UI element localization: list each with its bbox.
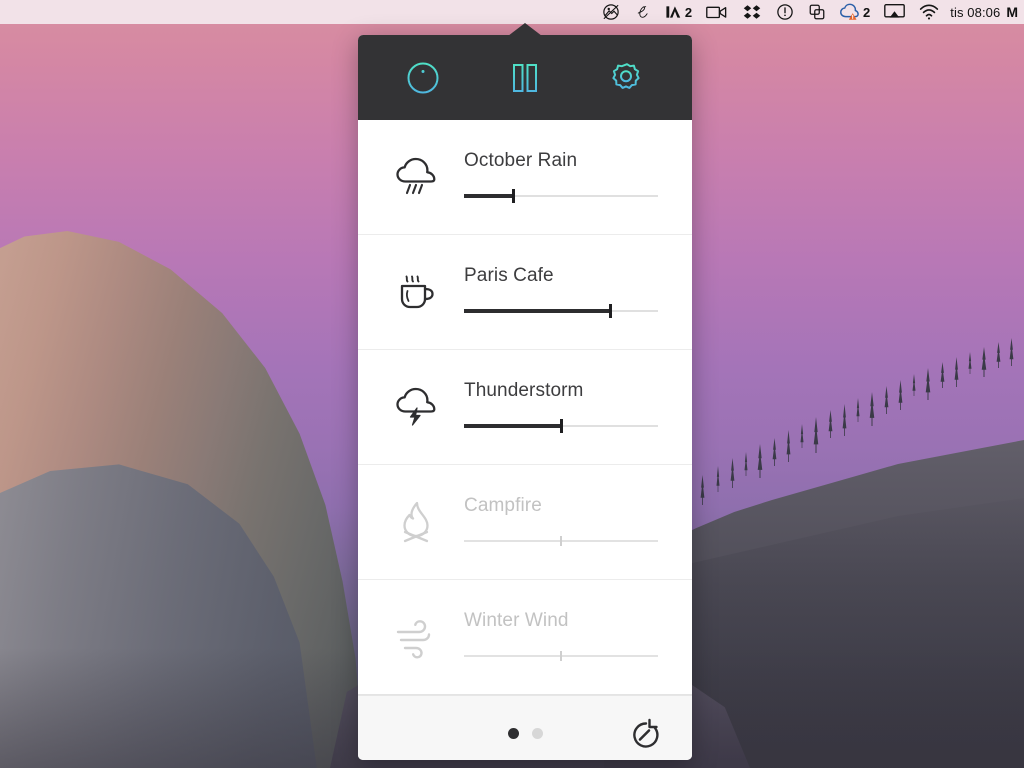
pause-button[interactable]: [497, 50, 553, 106]
tree-silhouette: [954, 357, 959, 387]
slider-fill: [464, 194, 512, 198]
panel-header-toolbar: [358, 35, 692, 120]
sound-row-october-rain[interactable]: October Rain: [358, 120, 692, 235]
tree-silhouette: [1009, 338, 1014, 366]
menubar-item-cloud-sync[interactable]: 2: [833, 0, 877, 24]
tree-silhouette: [996, 342, 1001, 368]
timer-icon: [633, 718, 659, 748]
slider-handle[interactable]: [560, 419, 563, 433]
sound-row-paris-cafe[interactable]: Paris Cafe: [358, 235, 692, 350]
thunder-cloud-icon: [382, 384, 452, 430]
tree-silhouette: [757, 444, 763, 478]
slider-handle[interactable]: [512, 189, 515, 203]
desktop-wallpaper: 2 2 tis 08:06 M October Rain Paris Cafe …: [0, 0, 1024, 768]
tree-silhouette: [786, 430, 791, 462]
circle-exclamation-icon: [777, 4, 793, 20]
sound-body: Thunderstorm: [452, 381, 662, 433]
tree-silhouette: [800, 424, 804, 448]
volume-slider-paris-cafe[interactable]: [464, 304, 658, 318]
slider-fill: [464, 309, 609, 313]
volume-slider-campfire[interactable]: [464, 534, 658, 548]
volume-slider-winter-wind[interactable]: [464, 649, 658, 663]
dropbox-box-icon: [743, 5, 761, 19]
page-dot-1[interactable]: [507, 728, 519, 739]
volume-slider-thunderstorm[interactable]: [464, 419, 658, 433]
menubar-user-initial[interactable]: M: [1006, 4, 1022, 20]
tree-silhouette: [730, 458, 735, 488]
tree-silhouette: [842, 404, 847, 436]
tree-silhouette: [856, 398, 860, 422]
sound-title: Winter Wind: [464, 610, 569, 631]
panel-footer: [358, 695, 692, 760]
airplay-screen-icon: [884, 4, 906, 18]
pause-icon: [513, 63, 537, 92]
camera-circle-icon: [603, 4, 619, 20]
tree-silhouette: [912, 374, 916, 396]
menubar-item-dropbox-screenshot[interactable]: [595, 0, 627, 24]
overlapping-squares-icon: [809, 4, 825, 20]
sound-list: October Rain Paris Cafe Thunderstorm Cam…: [358, 120, 692, 695]
slider-fill: [464, 424, 560, 428]
menubar-item-window-switcher[interactable]: [801, 0, 833, 24]
volume-slider-october-rain[interactable]: [464, 189, 658, 203]
cursive-l-icon: [637, 6, 648, 18]
sound-body: Paris Cafe: [452, 266, 662, 318]
sound-row-winter-wind[interactable]: Winter Wind: [358, 580, 692, 695]
menubar-item-script-l[interactable]: [627, 0, 658, 24]
coffee-cup-icon: [382, 269, 452, 315]
slider-handle[interactable]: [560, 536, 562, 546]
menubar-item-adobe[interactable]: 2: [658, 0, 699, 24]
info-button[interactable]: [395, 50, 451, 106]
menubar-item-info[interactable]: [769, 0, 801, 24]
sound-body: October Rain: [452, 151, 662, 203]
tree-silhouette: [700, 475, 705, 505]
tree-silhouette: [869, 392, 875, 426]
tree-silhouette: [744, 452, 748, 476]
popover-arrow: [508, 23, 542, 36]
menubar-item-airplay[interactable]: [877, 0, 912, 24]
adobe-a-icon: [666, 6, 681, 18]
menubar-clock[interactable]: tis 08:06: [946, 5, 1006, 20]
menubar-item-dropbox[interactable]: [735, 0, 769, 24]
noizio-popover-panel: October Rain Paris Cafe Thunderstorm Cam…: [358, 35, 692, 760]
menu-bar: 2 2 tis 08:06 M: [0, 0, 1024, 24]
sound-title: Paris Cafe: [464, 265, 554, 286]
sound-title: October Rain: [464, 150, 578, 171]
rain-cloud-icon: [382, 154, 452, 200]
tree-silhouette: [981, 347, 987, 377]
tree-silhouette: [898, 380, 903, 410]
sound-body: Winter Wind: [452, 611, 662, 663]
video-camera-icon: [706, 6, 727, 19]
menubar-badge-adobe: 2: [684, 4, 693, 20]
tree-silhouette: [813, 417, 819, 453]
slider-handle[interactable]: [609, 304, 612, 318]
gear-icon: [612, 62, 640, 89]
settings-button[interactable]: [599, 50, 655, 106]
campfire-icon: [382, 498, 452, 546]
tree-silhouette: [940, 362, 945, 388]
tree-silhouette: [925, 368, 931, 400]
sound-title: Campfire: [464, 495, 542, 516]
tree-silhouette: [968, 352, 972, 374]
sound-title: Thunderstorm: [464, 380, 584, 401]
menubar-badge-cloud: 2: [863, 4, 871, 20]
wind-icon: [382, 615, 452, 659]
page-dot-2[interactable]: [531, 728, 543, 739]
tree-silhouette: [828, 410, 833, 438]
slider-handle[interactable]: [560, 651, 562, 661]
cloud-warning-icon: [840, 3, 859, 20]
tree-silhouette: [716, 466, 720, 492]
timer-button[interactable]: [624, 712, 668, 756]
menubar-item-wifi[interactable]: [912, 0, 946, 24]
menubar-item-screen-recorder[interactable]: [699, 0, 735, 24]
wifi-waves-icon: [920, 4, 939, 20]
sound-body: Campfire: [452, 496, 662, 548]
info-circle-icon: [407, 62, 439, 93]
tree-silhouette: [884, 386, 889, 414]
sound-row-campfire[interactable]: Campfire: [358, 465, 692, 580]
sound-row-thunderstorm[interactable]: Thunderstorm: [358, 350, 692, 465]
tree-silhouette: [772, 438, 777, 466]
